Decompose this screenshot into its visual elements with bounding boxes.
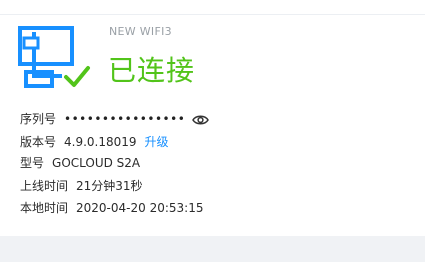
local-time-row: 本地时间 2020-04-20 20:53:15 (20, 199, 203, 217)
serial-label: 序列号 (20, 112, 57, 126)
upgrade-link[interactable]: 升级 (145, 133, 169, 151)
model-row: 型号 GOCLOUD S2A (20, 154, 140, 172)
version-value: 4.9.0.18019 (64, 135, 137, 149)
uptime-value: 21分钟31秒 (76, 179, 143, 193)
model-value: GOCLOUD S2A (52, 156, 141, 170)
connection-status: 已连接 (108, 54, 196, 87)
serial-value: •••••••••••••••• (64, 112, 186, 126)
device-status-card: NEW WIFI3 已连接 序列号 •••••••••••••••• 版本号 4… (0, 15, 425, 236)
eye-icon[interactable] (192, 113, 210, 125)
version-row: 版本号 4.9.0.18019 升级 (20, 133, 169, 151)
version-label: 版本号 (20, 135, 57, 149)
uptime-row: 上线时间 21分钟31秒 (20, 177, 143, 195)
router-connected-icon (18, 24, 92, 94)
top-strip (0, 0, 425, 15)
wifi-ssid: NEW WIFI3 (109, 25, 172, 38)
local-time-value: 2020-04-20 20:53:15 (76, 201, 204, 215)
uptime-label: 上线时间 (20, 179, 69, 193)
model-label: 型号 (20, 156, 45, 170)
local-time-label: 本地时间 (20, 201, 69, 215)
serial-row: 序列号 •••••••••••••••• (20, 110, 210, 128)
